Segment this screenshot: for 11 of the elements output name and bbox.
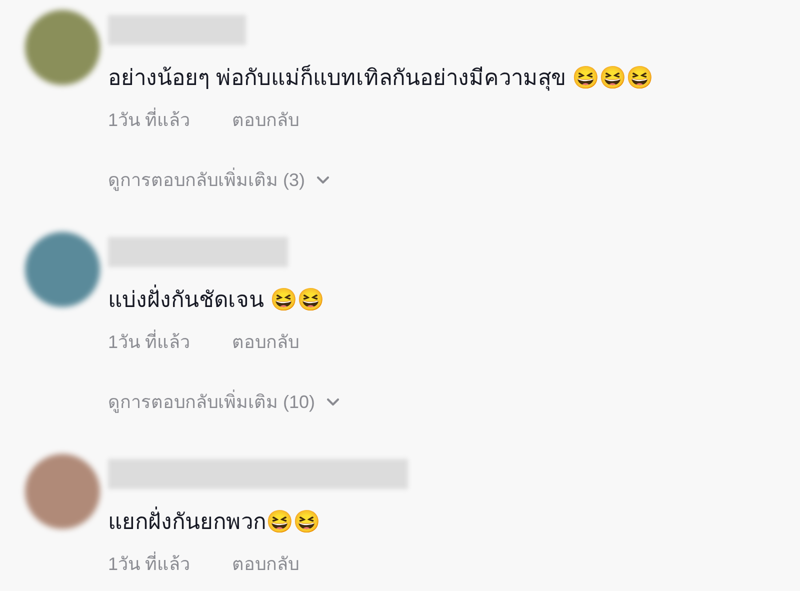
view-more-replies-button[interactable]: ดูการตอบกลับเพิ่มเติม (10) bbox=[108, 389, 344, 415]
comment-time: 1วัน ที่แล้ว bbox=[108, 551, 190, 577]
comment-time: 1วัน ที่แล้ว bbox=[108, 329, 190, 355]
view-more-replies-button[interactable]: ดูการตอบกลับเพิ่มเติม (3) bbox=[108, 167, 333, 193]
reply-button[interactable]: ตอบกลับ bbox=[232, 329, 300, 355]
comment-text: แบ่งฝั่งกันชัดเจน 😆😆 bbox=[108, 285, 324, 315]
comment-text: อย่างน้อยๆ พ่อกับแม่ก็แบทเทิลกันอย่างมีความสุข 😆😆😆 bbox=[108, 64, 654, 93]
reply-button[interactable]: ตอบกลับ bbox=[232, 551, 300, 577]
reply-button[interactable]: ตอบกลับ bbox=[232, 107, 300, 133]
comment-time: 1วัน ที่แล้ว bbox=[108, 107, 190, 133]
comment-text: แยกฝั่งกันยกพวก😆😆 bbox=[108, 507, 320, 537]
